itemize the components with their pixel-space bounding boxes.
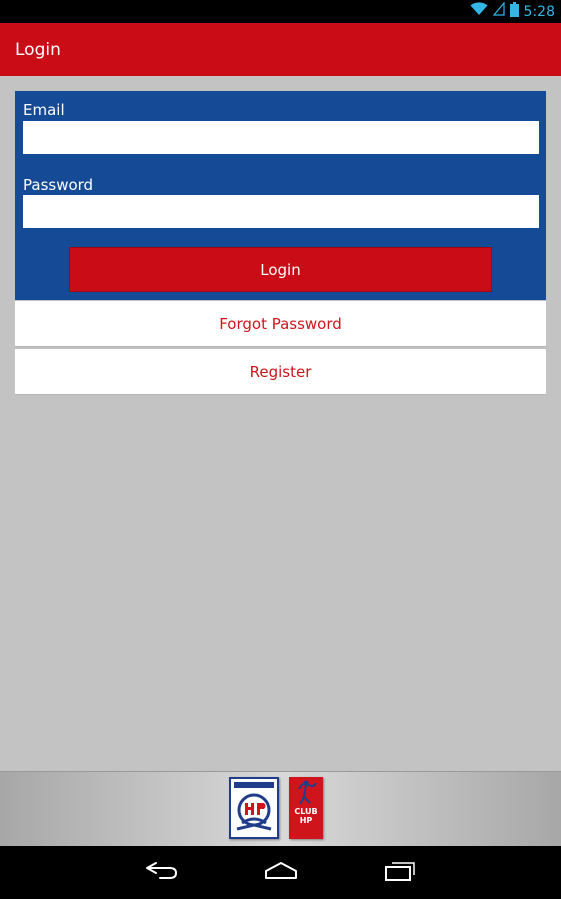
signal-icon [492,1,505,21]
footer: CLUB HP [0,771,561,846]
email-field[interactable] [23,121,539,154]
status-icons: 5:28 [470,1,555,22]
back-button[interactable] [138,858,184,888]
home-icon [263,861,299,886]
club-hp-logo: CLUB HP [289,777,323,839]
password-field[interactable] [23,195,539,228]
register-button[interactable]: Register [15,349,546,394]
nav-bar [0,846,561,899]
forgot-password-button[interactable]: Forgot Password [15,301,546,346]
app-bar: Login [0,23,561,76]
recent-apps-icon [383,860,417,887]
hp-logo [229,777,279,839]
page-title: Login [15,40,61,60]
password-label: Password [23,176,94,194]
status-bar: 5:28 [0,0,561,23]
club-hp-text: CLUB HP [294,807,318,825]
back-icon [144,861,178,886]
login-form: Email Password Login [15,91,546,300]
status-time: 5:28 [523,3,555,20]
wifi-icon [470,2,488,21]
battery-icon [509,1,519,22]
recent-apps-button[interactable] [377,858,423,888]
email-label: Email [23,101,65,119]
home-button[interactable] [258,858,304,888]
login-button[interactable]: Login [69,247,492,292]
dancer-figure-icon [298,780,317,805]
